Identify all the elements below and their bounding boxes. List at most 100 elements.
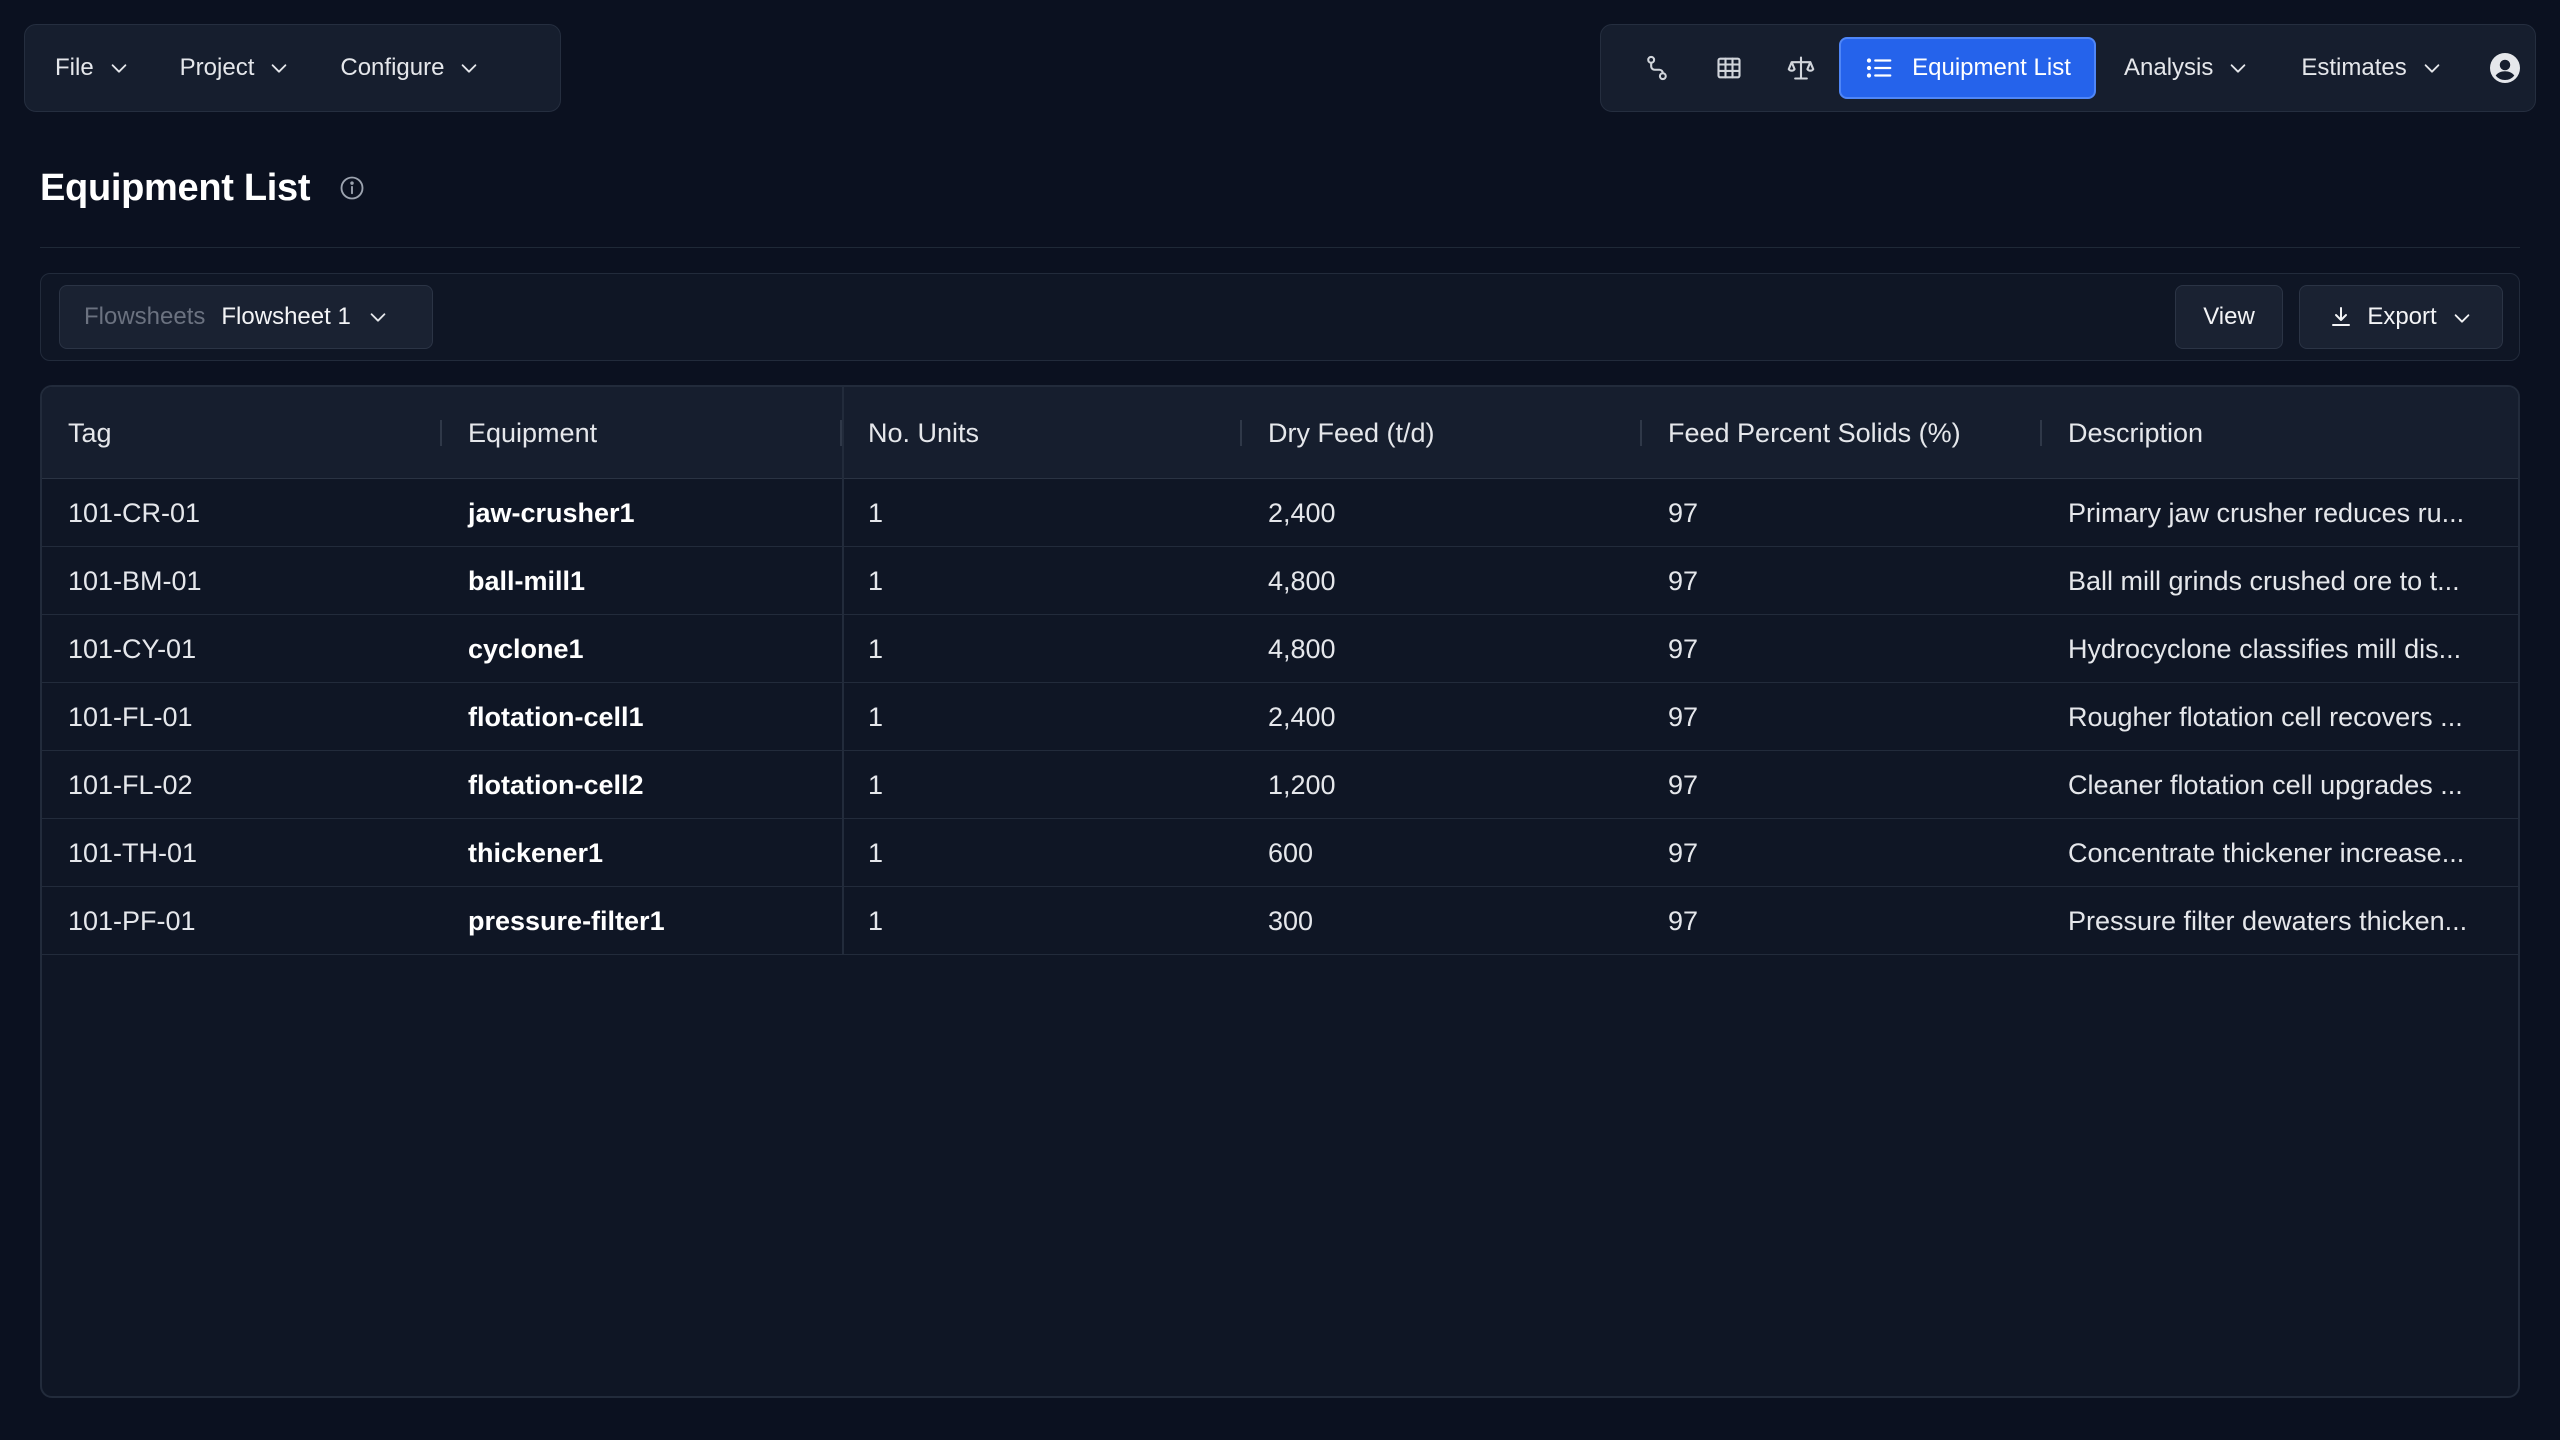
cell-description: Primary jaw crusher reduces ru... [2068,497,2465,528]
list-icon [1866,58,1892,78]
chevron-down-icon [268,57,290,79]
configure-menu-label: Configure [340,54,445,81]
column-header-description[interactable]: Description [2068,387,2203,479]
equipment-table: Tag Equipment No. Units Dry Feed (t/d) F… [40,385,2520,1398]
cell-dry-feed: 300 [1268,905,1314,936]
equipment-list-button[interactable]: Equipment List [1839,37,2096,99]
cell-solids: 97 [1668,905,1699,936]
table-icon[interactable] [1693,36,1765,100]
flowsheet-select[interactable]: Flowsheets Flowsheet 1 [59,285,433,349]
column-resizer[interactable] [1240,420,1242,446]
equipment-list-button-label: Equipment List [1912,54,2071,81]
analysis-menu-label: Analysis [2124,54,2214,81]
cell-units: 1 [868,701,884,732]
cell-dry-feed: 4,800 [1268,633,1336,664]
table-row[interactable]: 101-PF-01 pressure-filter1 1 300 97 Pres… [42,887,2518,955]
column-resizer[interactable] [440,420,442,446]
table-row[interactable]: 101-CR-01 jaw-crusher1 1 2,400 97 Primar… [42,479,2518,547]
table-header: Tag Equipment No. Units Dry Feed (t/d) F… [42,387,2518,479]
table-row[interactable]: 101-FL-01 flotation-cell1 1 2,400 97 Rou… [42,683,2518,751]
cell-description: Cleaner flotation cell upgrades ... [2068,769,2463,800]
cell-dry-feed: 2,400 [1268,701,1336,732]
cell-solids: 97 [1668,837,1699,868]
file-menu-label: File [55,54,94,81]
cell-units: 1 [868,769,884,800]
cell-equipment: thickener1 [468,837,604,868]
cell-units: 1 [868,565,884,596]
flowsheet-select-label: Flowsheets [84,303,206,330]
main-menu: File Project Configure [24,24,561,112]
chevron-down-icon [367,306,389,328]
cell-description: Rougher flotation cell recovers ... [2068,701,2463,732]
cell-dry-feed: 600 [1268,837,1314,868]
column-header-solids[interactable]: Feed Percent Solids (%) [1668,387,1961,479]
column-header-units[interactable]: No. Units [868,387,979,479]
chevron-down-icon [2227,57,2249,79]
cell-tag: 101-PF-01 [68,905,196,936]
cell-description: Pressure filter dewaters thicken... [2068,905,2468,936]
page-header: Equipment List [40,160,366,216]
download-icon [2332,307,2351,326]
cell-description: Hydrocyclone classifies mill dis... [2068,633,2462,664]
chevron-down-icon [2451,306,2473,328]
column-header-dry-feed[interactable]: Dry Feed (t/d) [1268,387,1435,479]
estimates-menu-label: Estimates [2301,54,2407,81]
cell-dry-feed: 2,400 [1268,497,1336,528]
project-menu-label: Project [179,54,255,81]
cell-dry-feed: 4,800 [1268,565,1336,596]
cell-description: Concentrate thickener increase... [2068,837,2465,868]
info-icon[interactable] [338,174,366,202]
flow-icon[interactable] [1621,36,1693,100]
table-row[interactable]: 101-TH-01 thickener1 1 600 97 Concentrat… [42,819,2518,887]
balance-icon[interactable] [1765,36,1837,100]
configure-menu[interactable]: Configure [340,54,480,82]
export-button-label: Export [2367,303,2437,330]
cell-tag: 101-CR-01 [68,497,201,528]
column-resizer[interactable] [1640,420,1642,446]
file-menu[interactable]: File [55,54,130,82]
column-header-tag[interactable]: Tag [68,387,112,479]
cell-tag: 101-BM-01 [68,565,202,596]
cell-tag: 101-CY-01 [68,633,197,664]
cell-equipment: pressure-filter1 [468,905,665,936]
cell-equipment: jaw-crusher1 [468,497,635,528]
cell-solids: 97 [1668,497,1699,528]
flowsheet-select-value: Flowsheet 1 [221,303,351,330]
top-bar: File Project Configure Equipment List An… [0,0,2560,140]
cell-solids: 97 [1668,565,1699,596]
cell-equipment: ball-mill1 [468,565,586,596]
user-circle-icon[interactable] [2487,50,2523,86]
chevron-down-icon [458,57,480,79]
export-button[interactable]: Export [2299,285,2503,349]
view-button[interactable]: View [2175,285,2283,349]
cell-tag: 101-FL-01 [68,701,193,732]
table-row[interactable]: 101-FL-02 flotation-cell2 1 1,200 97 Cle… [42,751,2518,819]
cell-units: 1 [868,633,884,664]
header-divider [40,247,2520,248]
cell-tag: 101-FL-02 [68,769,193,800]
cell-units: 1 [868,905,884,936]
cell-units: 1 [868,837,884,868]
view-nav: Equipment List Analysis Estimates [1600,24,2536,112]
chevron-down-icon [2421,57,2443,79]
cell-solids: 97 [1668,769,1699,800]
estimates-menu[interactable]: Estimates [2301,54,2442,82]
column-header-equipment[interactable]: Equipment [468,387,597,479]
cell-equipment: cyclone1 [468,633,584,664]
cell-solids: 97 [1668,633,1699,664]
table-row[interactable]: 101-CY-01 cyclone1 1 4,800 97 Hydrocyclo… [42,615,2518,683]
cell-dry-feed: 1,200 [1268,769,1336,800]
analysis-menu[interactable]: Analysis [2124,54,2249,82]
cell-equipment: flotation-cell1 [468,701,644,732]
table-row[interactable]: 101-BM-01 ball-mill1 1 4,800 97 Ball mil… [42,547,2518,615]
cell-equipment: flotation-cell2 [468,769,644,800]
column-resizer[interactable] [2040,420,2042,446]
chevron-down-icon [108,57,130,79]
cell-description: Ball mill grinds crushed ore to t... [2068,565,2460,596]
cell-tag: 101-TH-01 [68,837,198,868]
cell-solids: 97 [1668,701,1699,732]
project-menu[interactable]: Project [180,54,291,82]
page-title: Equipment List [40,166,311,209]
cell-units: 1 [868,497,884,528]
table-toolbar: Flowsheets Flowsheet 1 View Export [40,273,2520,361]
